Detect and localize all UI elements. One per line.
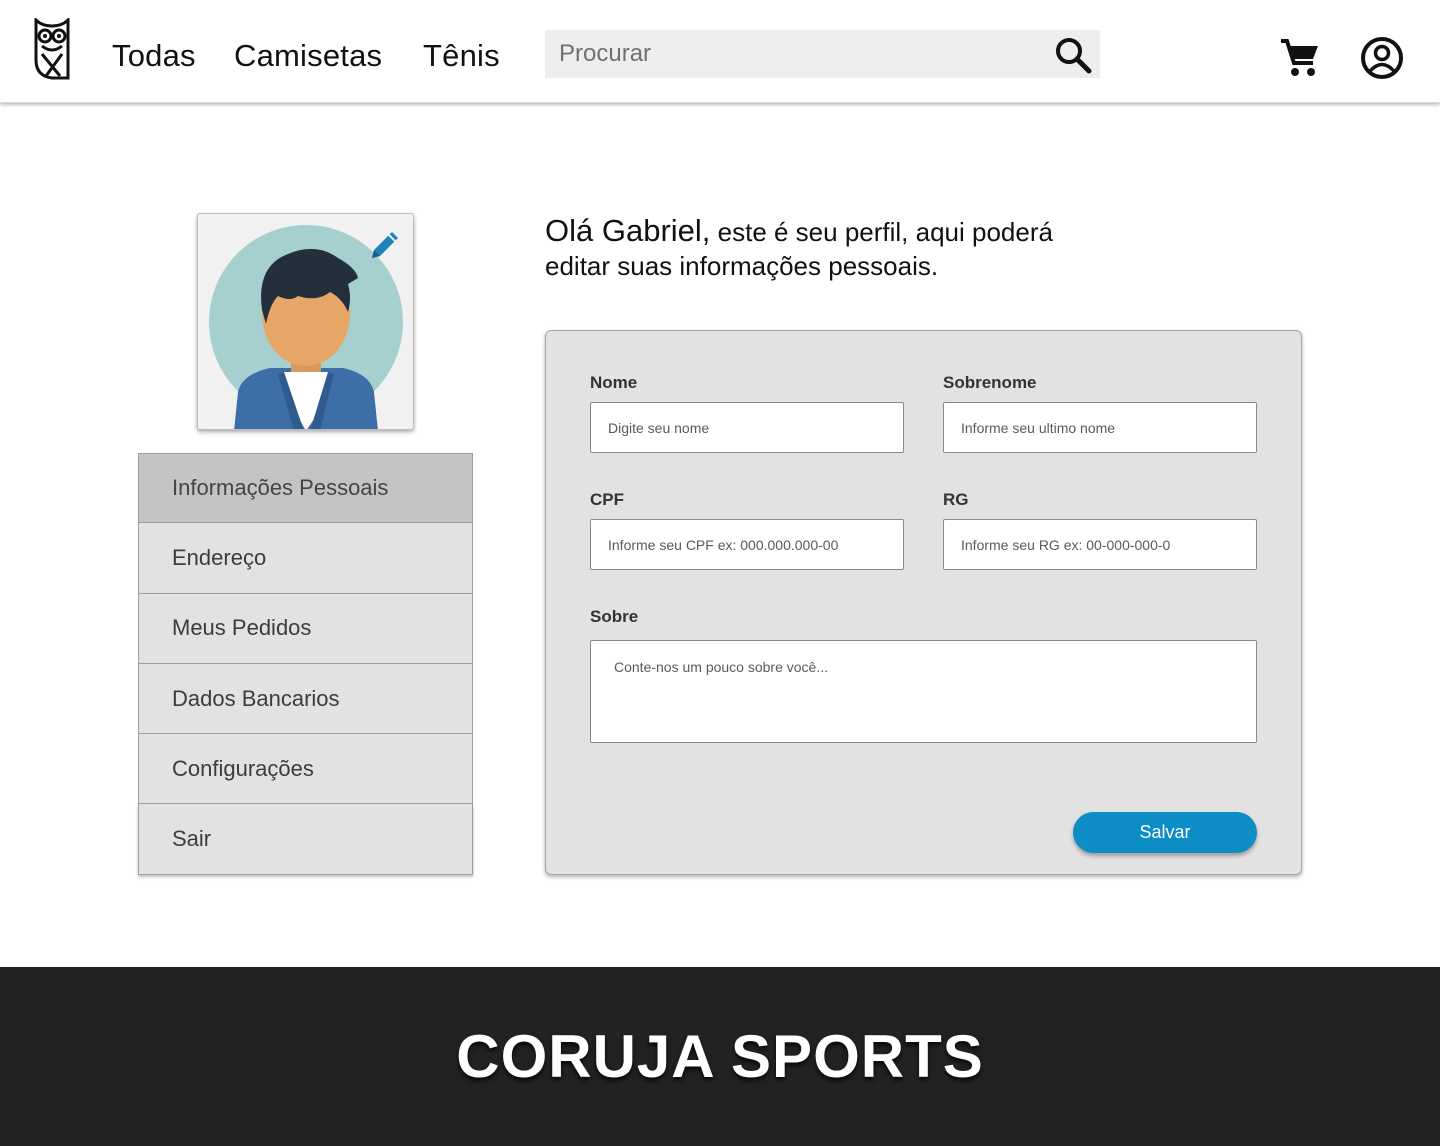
search-input[interactable] <box>545 30 1045 78</box>
sobre-textarea[interactable] <box>590 640 1257 743</box>
sobre-label: Sobre <box>590 607 639 626</box>
search-bar <box>545 30 1100 78</box>
account-circle-icon[interactable] <box>1360 36 1404 80</box>
cpf-label: CPF <box>590 490 624 509</box>
nome-field[interactable] <box>590 402 904 453</box>
menu-item-informacoes-pessoais[interactable]: Informações Pessoais <box>138 453 473 524</box>
nome-label: Nome <box>590 373 638 392</box>
menu-item-endereco[interactable]: Endereço <box>138 523 473 594</box>
menu-item-dados-bancarios[interactable]: Dados Bancarios <box>138 663 473 735</box>
nav-link-tenis[interactable]: Tênis <box>423 38 500 74</box>
personal-info-form: Nome Sobrenome CPF RG Sobre Salvar <box>545 330 1302 875</box>
footer-brand: CORUJA SPORTS <box>456 1023 984 1090</box>
footer: CORUJA SPORTS <box>0 967 1440 1146</box>
rg-label: RG <box>943 490 969 509</box>
owl-logo-icon[interactable] <box>32 18 72 82</box>
sobrenome-label: Sobrenome <box>943 373 1037 392</box>
nav-link-todas[interactable]: Todas <box>112 38 196 74</box>
profile-side-menu: Informações Pessoais Endereço Meus Pedid… <box>138 453 473 875</box>
sobrenome-field[interactable] <box>943 402 1257 453</box>
rg-field[interactable] <box>943 519 1257 570</box>
pencil-icon[interactable] <box>368 228 402 262</box>
menu-item-meus-pedidos[interactable]: Meus Pedidos <box>138 593 473 664</box>
cart-icon[interactable] <box>1279 37 1321 79</box>
save-button[interactable]: Salvar <box>1073 812 1257 853</box>
nav-link-camisetas[interactable]: Camisetas <box>234 38 382 74</box>
menu-item-configuracoes[interactable]: Configurações <box>138 734 473 805</box>
profile-avatar-card <box>197 213 414 430</box>
search-icon[interactable] <box>1054 36 1092 74</box>
top-navbar: Todas Camisetas Tênis <box>0 0 1440 103</box>
menu-item-sair[interactable]: Sair <box>138 804 473 875</box>
profile-greeting: Olá Gabriel, este é seu perfil, aqui pod… <box>545 214 1105 283</box>
greeting-name: Olá Gabriel, <box>545 213 711 248</box>
cpf-field[interactable] <box>590 519 904 570</box>
